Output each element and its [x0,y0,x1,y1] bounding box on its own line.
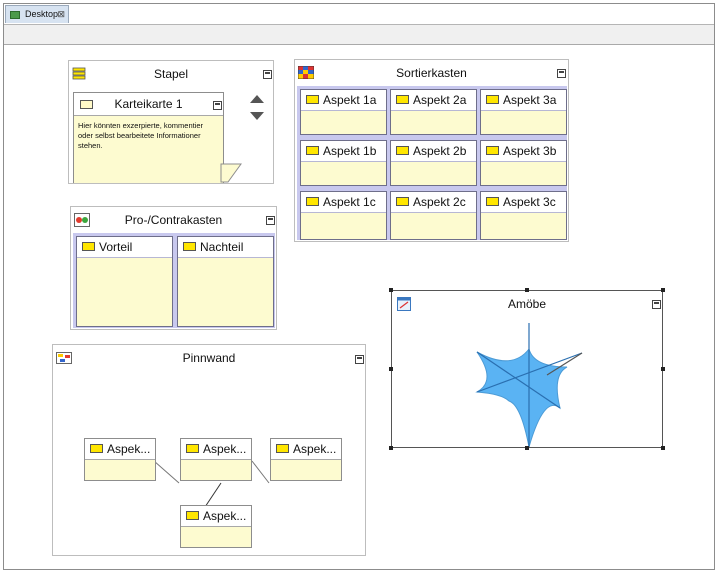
pinnwand-card[interactable]: Aspek... [270,438,342,481]
card-icon [183,242,196,251]
tab-desktop-label: Desktop [25,9,59,19]
desktop-icon [10,11,20,19]
selection-handle[interactable] [661,367,665,371]
card-icon [486,197,499,206]
procontra-title: Pro-/Contrakasten [124,213,223,227]
sortierkasten-box[interactable]: Sortierkasten Aspekt 1a Aspekt 2a Aspekt… [294,59,569,242]
stapel-title: Stapel [153,67,189,81]
selection-handle[interactable] [389,446,393,450]
maximize-icon[interactable] [213,101,222,110]
karteikarte-header: Karteikarte 1 [74,93,223,116]
card-icon [306,146,319,155]
selection-handle[interactable] [389,367,393,371]
slot-aspekt-1a[interactable]: Aspekt 1a [300,89,387,135]
selection-handle[interactable] [389,288,393,292]
slot-aspekt-2a[interactable]: Aspekt 2a [390,89,477,135]
pinnwand-box[interactable]: Pinnwand Aspek... Aspek... Aspek... Aspe… [52,344,366,556]
selection-handle[interactable] [525,446,529,450]
card-icon [396,95,409,104]
close-icon[interactable]: ⊠ [57,6,65,23]
slot-nachteil[interactable]: Nachteil [177,236,274,327]
amoebe-box[interactable]: Amöbe [391,290,663,448]
toolbar-strip [4,25,714,45]
maximize-icon[interactable] [557,69,566,78]
selection-handle[interactable] [525,288,529,292]
procontra-box[interactable]: Pro-/Contrakasten Vorteil Nachteil [70,206,277,330]
card-icon [306,95,319,104]
card-icon [396,146,409,155]
card-icon [486,146,499,155]
tab-desktop[interactable]: Desktop ⊠ [5,5,69,23]
dog-ear-icon [220,163,242,183]
slot-aspekt-3b[interactable]: Aspekt 3b [480,140,567,186]
pinnwand-card[interactable]: Aspek... [84,438,156,481]
karteikarte-title: Karteikarte 1 [114,97,183,111]
karteikarte[interactable]: Karteikarte 1 Hier könnten exzerpierte, … [73,92,224,183]
card-icon [396,197,409,206]
slot-vorteil[interactable]: Vorteil [76,236,173,327]
maximize-icon[interactable] [266,216,275,225]
pinnwand-card[interactable]: Aspek... [180,505,252,548]
slot-aspekt-2c[interactable]: Aspekt 2c [390,191,477,240]
card-icon [82,242,95,251]
slot-aspekt-3a[interactable]: Aspekt 3a [480,89,567,135]
stapel-box[interactable]: Stapel Karteikarte 1 Hier könnten exzerp… [68,60,274,184]
up-arrow-icon[interactable] [250,94,264,104]
card-icon [186,444,199,453]
card-icon [90,444,103,453]
karteikarte-text: Hier könnten exzerpierte, kommentier ode… [78,121,204,150]
amoeba-diagram[interactable] [392,291,664,449]
selection-handle[interactable] [661,446,665,450]
pinnwand-card[interactable]: Aspek... [180,438,252,481]
sortierkasten-title: Sortierkasten [396,66,467,80]
tab-bar: Desktop ⊠ [4,4,714,25]
slot-aspekt-1b[interactable]: Aspekt 1b [300,140,387,186]
down-arrow-icon[interactable] [250,111,264,121]
card-icon [276,444,289,453]
selection-handle[interactable] [661,288,665,292]
card-icon [306,197,319,206]
slot-aspekt-1c[interactable]: Aspekt 1c [300,191,387,240]
slot-aspekt-3c[interactable]: Aspekt 3c [480,191,567,240]
card-icon [186,511,199,520]
maximize-icon[interactable] [263,70,272,79]
card-icon [486,95,499,104]
slot-aspekt-2b[interactable]: Aspekt 2b [390,140,477,186]
